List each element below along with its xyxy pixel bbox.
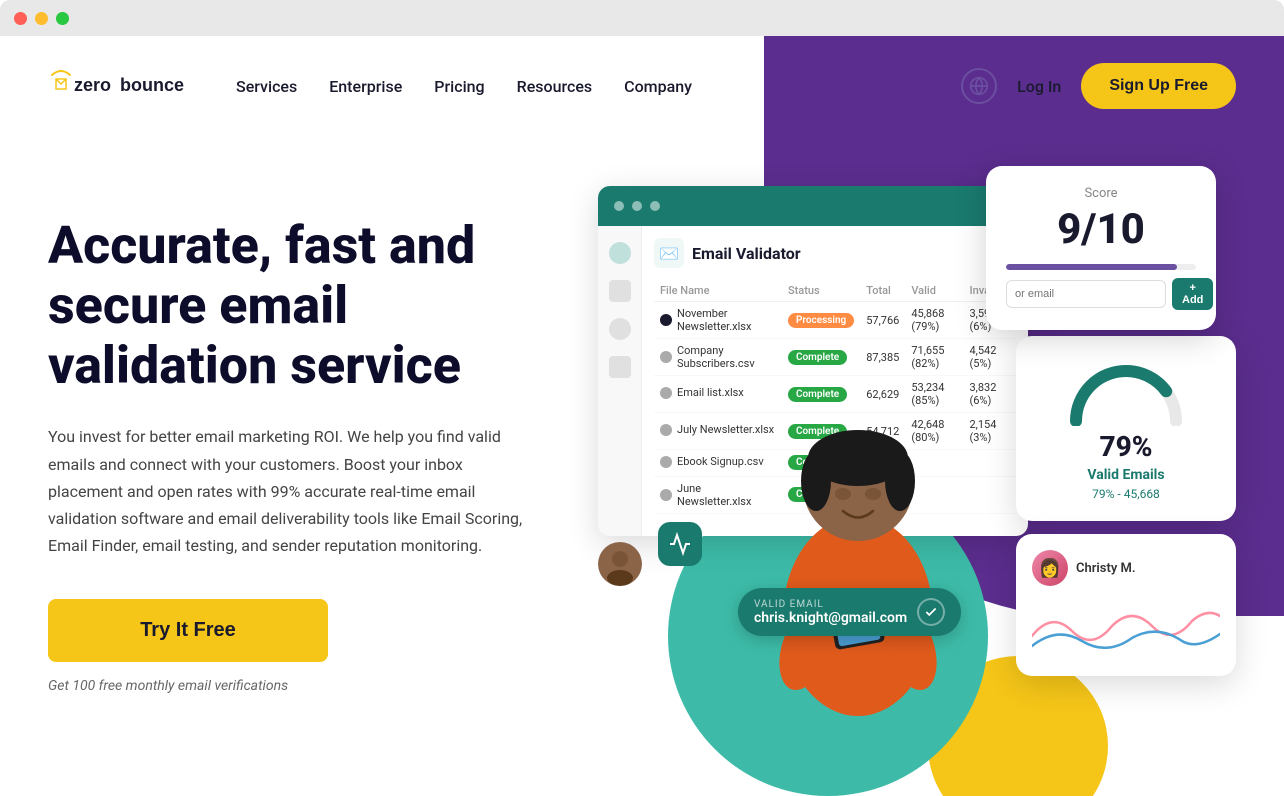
valid-badge-text: VALID EMAIL chris.knight@gmail.com — [754, 599, 907, 626]
valid-email-badge: VALID EMAIL chris.knight@gmail.com — [738, 588, 961, 636]
gauge-percent: 79% — [1036, 430, 1216, 463]
wave-person-row: 👩 Christy M. — [1032, 550, 1220, 586]
nav-links: Services Enterprise Pricing Resources Co… — [236, 77, 961, 96]
dash-dot-3 — [650, 201, 660, 211]
sidebar-icon-4 — [609, 356, 631, 378]
dash-dot-1 — [614, 201, 624, 211]
free-note: Get 100 free monthly email verifications — [48, 678, 568, 694]
score-value: 9/10 — [1006, 205, 1196, 254]
nav-company[interactable]: Company — [624, 77, 692, 96]
cell-status: Processing — [782, 302, 860, 339]
close-dot[interactable] — [14, 12, 27, 25]
email-validator-title: Email Validator — [692, 244, 801, 263]
hero-section: Accurate, fast and secure email validati… — [0, 136, 1284, 796]
hero-title: Accurate, fast and secure email validati… — [48, 216, 568, 395]
sidebar-icon-1 — [609, 242, 631, 264]
person-avatar: 👩 — [1032, 550, 1068, 586]
minimize-dot[interactable] — [35, 12, 48, 25]
dashboard-header — [598, 186, 1028, 226]
svg-text:zero: zero — [74, 75, 111, 95]
gauge-chart — [1066, 356, 1186, 426]
language-icon[interactable] — [961, 68, 997, 104]
dashboard-sidebar-icons — [598, 226, 642, 536]
col-total: Total — [860, 280, 905, 302]
sidebar-icon-3 — [609, 318, 631, 340]
cell-total: 57,766 — [860, 302, 905, 339]
try-free-button[interactable]: Try It Free — [48, 599, 328, 662]
person-illustration — [738, 366, 978, 756]
sidebar-icon-2 — [609, 280, 631, 302]
person-svg — [748, 386, 968, 756]
add-button[interactable]: + Add — [1172, 278, 1213, 310]
person-name: Christy M. — [1076, 561, 1136, 576]
col-filename: File Name — [654, 280, 782, 302]
wave-chart-svg — [1032, 596, 1220, 656]
checkmark-icon — [924, 605, 938, 619]
col-valid: Valid — [905, 280, 963, 302]
nav-services[interactable]: Services — [236, 77, 297, 96]
score-card: Score 9/10 + Add — [986, 166, 1216, 330]
activity-icon — [668, 532, 692, 556]
valid-emails-sub: 79% - 45,668 — [1036, 487, 1216, 501]
col-status: Status — [782, 280, 860, 302]
activity-badge — [658, 522, 702, 566]
nav-actions: Log In Sign Up Free — [961, 63, 1236, 109]
window-chrome — [0, 0, 1284, 36]
score-label: Score — [1006, 186, 1196, 201]
user-avatar-dashboard — [598, 542, 642, 586]
nav-resources[interactable]: Resources — [517, 77, 593, 96]
nav-enterprise[interactable]: Enterprise — [329, 77, 402, 96]
navbar: zero bounce Services Enterprise Pricing … — [0, 36, 1284, 136]
hero-description: You invest for better email marketing RO… — [48, 423, 528, 559]
score-bar-fill — [1006, 264, 1177, 270]
valid-badge-label: VALID EMAIL — [754, 599, 907, 610]
cell-valid: 45,868 (79%) — [905, 302, 963, 339]
check-circle-icon — [917, 598, 945, 626]
logo-svg: zero bounce — [48, 61, 188, 111]
signup-button[interactable]: Sign Up Free — [1081, 63, 1236, 109]
logo[interactable]: zero bounce — [48, 61, 188, 111]
wave-chart-card: 👩 Christy M. — [1016, 534, 1236, 676]
score-input-row: + Add — [1006, 278, 1196, 310]
score-bar — [1006, 264, 1196, 270]
hero-left: Accurate, fast and secure email validati… — [48, 156, 568, 756]
hero-right: ✉️ Email Validator File Name Status Tota… — [568, 156, 1236, 756]
user-avatar-svg — [598, 542, 642, 586]
page: zero bounce Services Enterprise Pricing … — [0, 36, 1284, 796]
email-validator-header: ✉️ Email Validator — [654, 238, 1016, 268]
email-input[interactable] — [1006, 280, 1166, 308]
dash-dot-2 — [632, 201, 642, 211]
email-validator-icon: ✉️ — [654, 238, 684, 268]
valid-badge-email: chris.knight@gmail.com — [754, 610, 907, 626]
nav-pricing[interactable]: Pricing — [434, 77, 484, 96]
valid-emails-label: Valid Emails — [1036, 467, 1216, 483]
valid-emails-card: 79% Valid Emails 79% - 45,668 — [1016, 336, 1236, 521]
table-row: November Newsletter.xlsx Processing 57,7… — [654, 302, 1016, 339]
login-link[interactable]: Log In — [1017, 77, 1061, 96]
svg-text:bounce: bounce — [120, 75, 184, 95]
cell-filename: November Newsletter.xlsx — [654, 302, 782, 339]
fullscreen-dot[interactable] — [56, 12, 69, 25]
